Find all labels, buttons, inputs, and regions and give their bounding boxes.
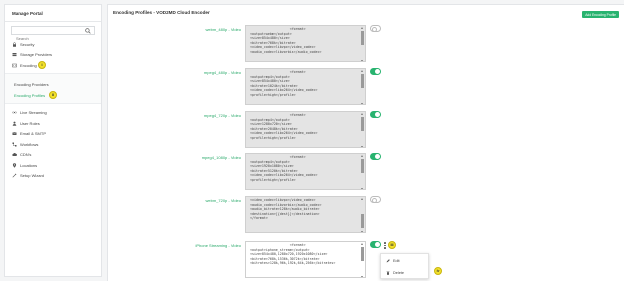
profile-config-text: <format> <output>webm</output> <size>854… bbox=[250, 27, 322, 54]
page-title: Encoding Profiles - VOD2MD Cloud Encoder bbox=[113, 10, 210, 15]
textarea-scrollbar[interactable] bbox=[361, 198, 364, 232]
sidebar-item-label: User Roles bbox=[20, 120, 40, 126]
menu-item-label: Delete bbox=[393, 270, 404, 275]
encoding-submenu: Encoding Providers Encoding Profiles ii bbox=[5, 72, 101, 104]
sidebar-item-label: Email & SMTP bbox=[20, 131, 47, 137]
profile-config-textarea[interactable]: <format> <output>mp4</output> <size>854x… bbox=[245, 68, 366, 105]
menu-item-label: Edit bbox=[393, 258, 400, 263]
profile-name: mpeg4_480p - Video bbox=[203, 70, 241, 75]
sidebar-item-storage-providers[interactable]: Storage Providers bbox=[5, 50, 101, 61]
profile-config-textarea[interactable]: <format> <output>webm</output> <size>854… bbox=[245, 25, 366, 62]
sidebar-item-label: Encoding Providers bbox=[14, 81, 49, 87]
sidebar: Manage Portal Security Storage Providers… bbox=[4, 4, 102, 277]
profile-enable-toggle[interactable] bbox=[370, 111, 381, 118]
callout-marker-delete: iv bbox=[434, 267, 442, 275]
sidebar-item-email-smtp[interactable]: Email & SMTP bbox=[5, 129, 101, 140]
lock-icon bbox=[13, 42, 16, 47]
profile-config-text: <video_codec>libvpx</video_codec> <audio… bbox=[250, 198, 322, 221]
sidebar-item-label: CDN's bbox=[20, 152, 32, 158]
sidebar-item-label: Security bbox=[20, 41, 35, 47]
callout-marker-toggle: iii bbox=[388, 241, 396, 249]
textarea-scrollbar[interactable] bbox=[361, 113, 364, 147]
sidebar-item-label: Locations bbox=[20, 162, 38, 168]
sidebar-item-live-streaming[interactable]: Live Streaming bbox=[5, 108, 101, 119]
profile-config-text: <format> <output>mp4</output> <size>854x… bbox=[250, 70, 318, 97]
search-box[interactable] bbox=[11, 26, 95, 42]
textarea-scrollbar[interactable] bbox=[361, 155, 364, 189]
sidebar-item-locations[interactable]: Locations bbox=[5, 160, 101, 171]
callout-marker-profiles: ii bbox=[49, 90, 57, 99]
textarea-scrollbar[interactable] bbox=[361, 70, 364, 104]
profile-name: webm_720p - Video bbox=[205, 198, 241, 203]
textarea-scrollbar[interactable] bbox=[361, 243, 364, 277]
pencil-icon bbox=[386, 258, 390, 262]
profile-enable-toggle[interactable] bbox=[370, 153, 381, 160]
profile-name: mpeg4_720p - Video bbox=[203, 113, 241, 118]
profile-enable-toggle[interactable] bbox=[370, 241, 381, 248]
profile-enable-toggle[interactable] bbox=[370, 25, 381, 32]
profile-config-text: <format> <output>mp4</output> <size>1920… bbox=[250, 155, 318, 182]
sidebar-item-label: Encoding bbox=[20, 62, 37, 68]
sidebar-item-label: Encoding Profiles bbox=[14, 92, 46, 98]
profile-config-textarea[interactable]: <video_codec>libvpx</video_codec> <audio… bbox=[245, 196, 366, 233]
sidebar-item-cdns[interactable]: CDN's bbox=[5, 150, 101, 161]
profile-context-menu: Edit Delete iv bbox=[380, 253, 442, 279]
location-pin-icon bbox=[12, 163, 17, 168]
profile-config-text: <format> <output>mp4</output> <size>1280… bbox=[250, 113, 318, 140]
user-icon bbox=[12, 121, 17, 126]
sidebar-item-label: Setup Wizard bbox=[20, 173, 45, 179]
more-options-icon[interactable] bbox=[384, 242, 386, 249]
wizard-icon bbox=[12, 173, 17, 178]
broadcast-icon bbox=[12, 111, 17, 115]
search-icon[interactable] bbox=[85, 28, 91, 34]
add-encoding-profile-button[interactable]: Add Encoding Profile bbox=[582, 11, 619, 18]
sidebar-item-encoding-profiles[interactable]: Encoding Profiles ii bbox=[5, 90, 101, 101]
sidebar-item-workflows[interactable]: Workflows bbox=[5, 139, 101, 150]
textarea-scrollbar[interactable] bbox=[361, 27, 364, 61]
sidebar-divider bbox=[5, 21, 101, 22]
workflow-icon bbox=[12, 142, 17, 147]
sidebar-item-label: Live Streaming bbox=[20, 110, 47, 116]
sidebar-item-encoding-providers[interactable]: Encoding Providers bbox=[5, 79, 101, 90]
profile-config-textarea[interactable]: <format> <output>mp4</output> <size>1920… bbox=[245, 153, 366, 190]
profile-name: iPhone Streaming - Video bbox=[195, 243, 241, 248]
profile-config-textarea[interactable]: <format> <output>iphone_stream</output> … bbox=[245, 241, 366, 278]
cloud-icon bbox=[12, 153, 17, 157]
encoding-icon bbox=[12, 63, 17, 67]
profile-config-text: <format> <output>iphone_stream</output> … bbox=[250, 243, 336, 266]
callout-marker-encoding: i bbox=[38, 61, 46, 69]
profile-config-textarea[interactable]: <format> <output>mp4</output> <size>1280… bbox=[245, 111, 366, 148]
delete-menu-item[interactable]: Delete bbox=[381, 267, 428, 278]
profile-enable-toggle[interactable] bbox=[370, 196, 381, 203]
trash-icon bbox=[386, 271, 390, 275]
sidebar-item-user-roles[interactable]: User Roles bbox=[5, 118, 101, 129]
edit-menu-item[interactable]: Edit bbox=[381, 255, 428, 266]
sidebar-item-label: Storage Providers bbox=[20, 52, 53, 58]
storage-icon bbox=[12, 53, 17, 57]
sidebar-item-setup-wizard[interactable]: Setup Wizard bbox=[5, 171, 101, 182]
sidebar-item-security[interactable]: Security bbox=[5, 39, 101, 50]
profile-name: mpeg4_1080p - Video bbox=[201, 155, 241, 160]
sidebar-item-encoding[interactable]: Encoding i bbox=[5, 60, 101, 71]
profile-name: webm_480p - Video bbox=[205, 27, 241, 32]
main-panel: Encoding Profiles - VOD2MD Cloud Encoder… bbox=[107, 4, 624, 281]
envelope-icon bbox=[12, 132, 17, 136]
profile-enable-toggle[interactable] bbox=[370, 68, 381, 75]
sidebar-item-label: Workflows bbox=[20, 141, 39, 147]
sidebar-title: Manage Portal bbox=[12, 11, 43, 16]
